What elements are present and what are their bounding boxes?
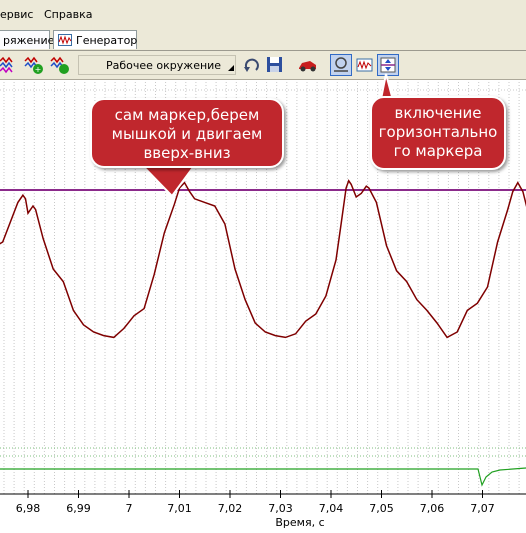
tab-generator[interactable]: Генератор bbox=[53, 30, 137, 49]
x-tick-label: 7,05 bbox=[369, 502, 394, 515]
svg-text:+: + bbox=[35, 65, 42, 74]
callout-toggle-hint-text: включение горизонтально го маркера bbox=[378, 104, 498, 160]
x-tick-label: 7,06 bbox=[420, 502, 445, 515]
x-tick-label: 7,07 bbox=[470, 502, 495, 515]
callout-toggle-hint: включение горизонтально го маркера bbox=[370, 96, 506, 170]
environment-select-value: Рабочее окружение bbox=[106, 59, 222, 72]
x-tick-label: 6,99 bbox=[66, 502, 91, 515]
x-tick-label: 7,02 bbox=[218, 502, 243, 515]
reset-view-button[interactable] bbox=[330, 54, 352, 76]
multiwave-green-icon[interactable] bbox=[50, 55, 70, 75]
dropdown-arrow-icon[interactable] bbox=[226, 63, 236, 73]
tab-label: ряжение bbox=[3, 34, 55, 47]
x-tick-label: 7,01 bbox=[167, 502, 192, 515]
x-axis-label: Время, с bbox=[275, 516, 324, 529]
multiwave-red-icon[interactable] bbox=[0, 55, 20, 75]
x-tick-label: 6,98 bbox=[16, 502, 41, 515]
callout-marker-hint: сам маркер,берем мышкой и двигаем вверх-… bbox=[90, 98, 284, 168]
environment-select[interactable]: Рабочее окружение bbox=[78, 55, 236, 75]
tab-voltage[interactable]: ряжение bbox=[0, 30, 54, 49]
tab-label: Генератор bbox=[76, 34, 138, 47]
multiwave-green-icon[interactable]: + bbox=[24, 55, 44, 75]
waveform-icon bbox=[58, 34, 72, 46]
x-tick-label: 7,03 bbox=[268, 502, 293, 515]
save-icon[interactable] bbox=[265, 55, 285, 75]
reset-view-icon bbox=[334, 57, 348, 72]
callout-marker-hint-text: сам маркер,берем мышкой и двигаем вверх-… bbox=[111, 106, 263, 162]
tab-bar: ряжение Генератор bbox=[0, 28, 526, 51]
menu-bar: ервис Справка bbox=[0, 0, 526, 28]
undo-icon[interactable] bbox=[242, 55, 262, 75]
menu-service[interactable]: ервис bbox=[0, 8, 33, 21]
x-tick-label: 7,04 bbox=[319, 502, 344, 515]
toolbar: + Рабочее окружение bbox=[0, 51, 526, 80]
car-icon[interactable] bbox=[298, 55, 318, 75]
menu-help[interactable]: Справка bbox=[44, 8, 92, 21]
x-tick-label: 7 bbox=[126, 502, 133, 515]
